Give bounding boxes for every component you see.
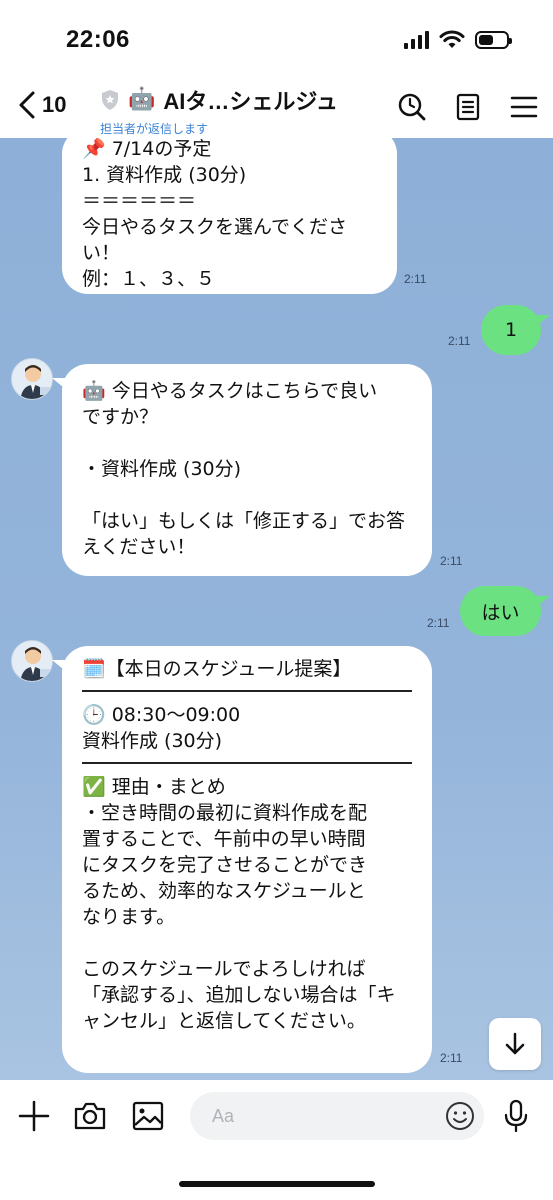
notes-icon[interactable] (453, 92, 483, 122)
message-input[interactable] (190, 1092, 484, 1140)
reason-heading: ✅ 理由・まとめ (82, 776, 226, 798)
emoji-icon[interactable] (444, 1100, 476, 1132)
outgoing-message-2: はい (460, 586, 541, 636)
chat-title-area[interactable]: 🤖 AIタ…シェルジュ 担当者が返信します (100, 84, 360, 137)
incoming-message-1: 📌 7/14の予定 1. 資料作成 (30分) ＝＝＝＝＝＝ 今日やるタスクを選… (62, 138, 397, 294)
arrow-down-icon (505, 1032, 525, 1055)
outgoing-message-1: 1 (481, 305, 541, 355)
chat-header: 10 🤖 AIタ…シェルジュ 担当者が返信します (0, 80, 553, 138)
message-line: 🤖 今日やるタスクはこちらで良い (82, 380, 378, 402)
message-line: なります。 (82, 906, 176, 928)
image-icon[interactable] (130, 1098, 166, 1134)
message-line: にタスクを完了させることができ (82, 854, 368, 876)
chat-subtitle: 担当者が返信します (100, 122, 209, 136)
message-line (82, 482, 412, 508)
message-line: 「承認する」、追加しない場合は「キ (82, 984, 396, 1006)
message-line: ＝＝＝＝＝＝ (82, 190, 197, 212)
header-actions (397, 92, 539, 122)
message-line: ャンセル」と返信してください。 (82, 1010, 366, 1032)
message-time: 2:11 (440, 554, 463, 568)
unread-count: 10 (42, 92, 67, 117)
message-time: 2:11 (404, 272, 427, 286)
message-time: 2:11 (448, 334, 471, 348)
message-line: 「はい」もしくは「修正する」でお答 (82, 510, 406, 532)
message-line: い！ (82, 242, 121, 264)
message-line: えください！ (82, 536, 196, 558)
wifi-icon (439, 30, 465, 48)
message-line (82, 930, 412, 956)
home-indicator (179, 1181, 375, 1187)
robot-icon: 🤖 (128, 87, 156, 112)
incoming-message-3: 🗓️【本日のスケジュール提案】 🕒 08:30～09:00 資料作成 (30分)… (62, 646, 432, 1073)
schedule-task: 資料作成 (30分) (82, 730, 223, 752)
cellular-signal-icon (404, 31, 429, 49)
message-line: るため、効率的なスケジュールと (82, 880, 366, 902)
message-line: 📌 7/14の予定 (82, 138, 212, 160)
message-time: 2:11 (427, 616, 450, 630)
avatar-image (12, 359, 52, 399)
chat-area[interactable]: 📌 7/14の予定 1. 資料作成 (30分) ＝＝＝＝＝＝ 今日やるタスクを選… (0, 138, 553, 1080)
message-line: このスケジュールでよろしければ (82, 958, 366, 980)
status-time: 22:06 (66, 26, 130, 53)
shield-icon (102, 90, 118, 110)
incoming-message-2: 🤖 今日やるタスクはこちらで良い ですか？ ・資料作成 (30分) 「はい」もし… (62, 364, 432, 576)
message-text: はい (481, 601, 520, 624)
message-line: 1. 資料作成 (30分) (82, 164, 247, 186)
search-icon[interactable] (397, 92, 427, 122)
message-text: 1 (504, 319, 518, 341)
divider (82, 690, 412, 692)
divider (82, 762, 412, 764)
bot-avatar[interactable] (11, 640, 53, 682)
avatar-image (12, 641, 52, 681)
camera-icon[interactable] (72, 1098, 108, 1134)
back-button[interactable]: 10 (16, 90, 66, 120)
message-line: 例：１、３、５ (82, 268, 216, 290)
menu-icon[interactable] (509, 92, 539, 122)
message-time: 2:11 (440, 1051, 463, 1065)
microphone-icon[interactable] (498, 1098, 534, 1134)
status-bar: 22:06 (0, 0, 553, 80)
chat-title: AIタ…シェルジュ (163, 89, 338, 114)
plus-icon[interactable] (16, 1098, 52, 1134)
message-line: ・空き時間の最初に資料作成を配 (82, 802, 368, 824)
battery-icon (475, 31, 512, 49)
schedule-time: 🕒 08:30～09:00 (82, 704, 241, 726)
message-line: ・資料作成 (30分) (82, 458, 242, 480)
schedule-heading: 🗓️【本日のスケジュール提案】 (82, 658, 352, 680)
message-line (82, 430, 412, 456)
bot-avatar[interactable] (11, 358, 53, 400)
scroll-to-bottom-button[interactable] (489, 1018, 541, 1070)
message-line: 置することで、午前中の早い時間 (82, 828, 366, 850)
status-icons (404, 30, 512, 50)
chevron-left-icon (19, 91, 35, 119)
message-line: ですか？ (82, 406, 159, 428)
message-line: 今日やるタスクを選んでくださ (82, 216, 348, 238)
